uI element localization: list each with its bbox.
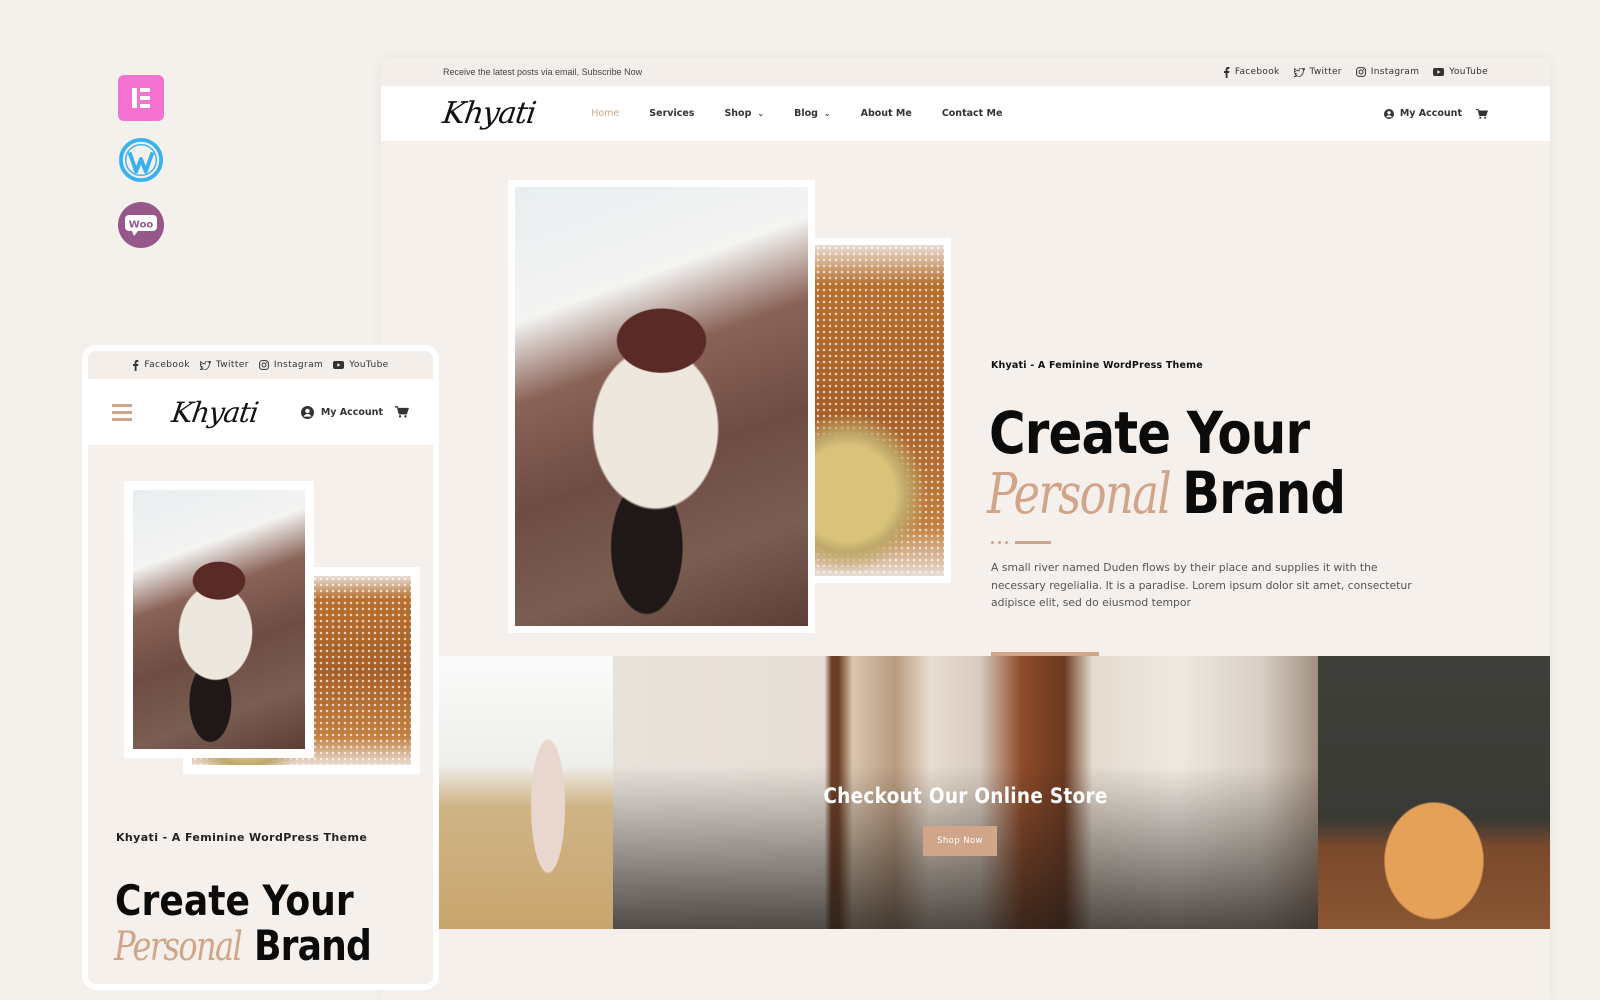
hero-section: Khyati - A Feminine WordPress Theme Crea…	[381, 141, 1550, 727]
mobile-top-bar: Facebook Twitter Instagram YouTube	[88, 351, 433, 379]
nav-menu: Home Services Shop ⌄ Blog ⌄ About Me Conta…	[591, 108, 1002, 119]
twitter-icon	[1293, 67, 1305, 77]
user-icon	[1383, 108, 1394, 119]
mobile-social-facebook[interactable]: Facebook	[132, 359, 190, 371]
nav-item-services[interactable]: Services	[649, 108, 694, 119]
facebook-icon	[133, 359, 139, 371]
mobile-site-logo[interactable]: Khyati	[170, 396, 260, 429]
social-facebook[interactable]: Facebook	[1223, 66, 1280, 78]
nav-item-about[interactable]: About Me	[861, 108, 912, 119]
hero-photo-bowl	[815, 238, 951, 583]
main-nav: Khyati Home Services Shop ⌄ Blog ⌄ About M…	[381, 86, 1550, 141]
mobile-my-account-link[interactable]: My Account	[300, 405, 383, 419]
hero-paragraph: A small river named Duden flows by their…	[991, 561, 1412, 609]
store-photo-telephone	[1318, 656, 1550, 929]
hero-title-script: Personal	[987, 462, 1172, 527]
shop-now-button[interactable]: Shop Now	[923, 826, 997, 856]
nav-actions: My Account	[1383, 108, 1488, 119]
elementor-icon	[118, 75, 164, 121]
nav-item-contact[interactable]: Contact Me	[942, 108, 1003, 119]
hero-title-bold: Brand	[1182, 459, 1346, 527]
top-bar: Receive the latest posts via email, Subs…	[381, 58, 1550, 86]
nav-item-home[interactable]: Home	[591, 108, 619, 119]
mobile-nav: Khyati My Account	[88, 379, 433, 445]
desktop-preview: Receive the latest posts via email, Subs…	[381, 58, 1550, 1000]
chevron-down-icon: ⌄	[823, 109, 831, 118]
nav-item-blog[interactable]: Blog ⌄	[794, 108, 831, 119]
social-links: Facebook Twitter Instagram YouTube	[1223, 66, 1488, 78]
cart-icon[interactable]	[395, 406, 409, 418]
hero-photo-woman	[508, 180, 815, 633]
woocommerce-icon: Woo	[118, 202, 164, 248]
store-title: Checkout Our Online Store	[823, 784, 1108, 808]
nav-item-shop[interactable]: Shop ⌄	[724, 108, 764, 119]
hero-eyebrow: Khyati - A Feminine WordPress Theme	[991, 360, 1203, 371]
mobile-social-instagram[interactable]: Instagram	[258, 360, 323, 370]
user-icon	[300, 405, 314, 419]
mobile-social-twitter[interactable]: Twitter	[199, 360, 249, 370]
mobile-preview: Facebook Twitter Instagram YouTube Khyat…	[82, 345, 439, 990]
instagram-icon	[258, 360, 269, 370]
hero-divider	[991, 541, 1051, 544]
mobile-hero-photo-woman	[124, 481, 314, 758]
facebook-icon	[1223, 66, 1230, 78]
mobile-hero-title-bold: Brand	[254, 921, 372, 970]
woo-label: Woo	[129, 220, 154, 231]
social-youtube[interactable]: YouTube	[1433, 67, 1488, 78]
mobile-hero-eyebrow: Khyati - A Feminine WordPress Theme	[116, 831, 368, 844]
my-account-link[interactable]: My Account	[1383, 108, 1462, 119]
mobile-hero-title-line1: Create Your	[115, 876, 354, 925]
instagram-icon	[1355, 67, 1366, 77]
mobile-hero-title-script: Personal	[114, 924, 243, 970]
subscribe-text[interactable]: Receive the latest posts via email, Subs…	[443, 67, 642, 77]
hamburger-menu-icon[interactable]	[112, 403, 132, 421]
hero-title-line2: Personal Brand	[987, 459, 1372, 527]
social-twitter[interactable]: Twitter	[1293, 67, 1342, 78]
hero-title-line1: Create Your	[989, 399, 1310, 467]
youtube-icon	[1433, 68, 1445, 76]
cart-icon[interactable]	[1476, 108, 1488, 119]
site-logo[interactable]: Khyati	[441, 96, 538, 131]
twitter-icon	[199, 360, 211, 370]
youtube-icon	[333, 361, 345, 369]
mobile-nav-actions: My Account	[300, 405, 409, 419]
chevron-down-icon: ⌄	[757, 109, 765, 118]
store-banner: Checkout Our Online Store Shop Now	[381, 656, 1550, 929]
mobile-hero-title-line2: Personal Brand	[114, 921, 390, 970]
wordpress-icon	[118, 137, 164, 183]
store-photo-clothes: Checkout Our Online Store Shop Now	[613, 656, 1318, 929]
mobile-social-youtube[interactable]: YouTube	[333, 360, 388, 370]
social-instagram[interactable]: Instagram	[1355, 67, 1420, 78]
